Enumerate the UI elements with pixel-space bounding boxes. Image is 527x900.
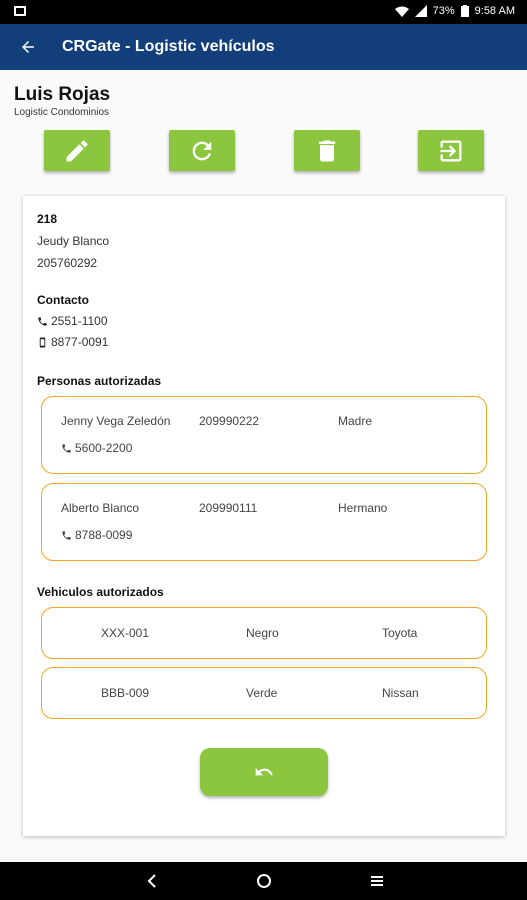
vehicle-plate: BBB-009 <box>101 686 150 700</box>
app-bar: CRGate - Logistic vehículos <box>0 24 527 70</box>
contact-phone-text: 2551-1100 <box>51 314 108 328</box>
contact-phone: 2551-1100 <box>37 314 108 328</box>
person-phone: 8788-0099 <box>61 528 132 542</box>
refresh-button[interactable] <box>169 130 235 171</box>
delete-icon <box>318 140 336 161</box>
battery-icon <box>460 5 469 17</box>
status-bar: 73% 9:58 AM <box>0 0 527 24</box>
signal-icon <box>414 5 427 17</box>
contact-mobile-text: 8877-0091 <box>51 335 109 349</box>
vehicle-brand: Nissan <box>382 686 419 700</box>
vehicles-heading: Vehiculos autorizados <box>37 585 164 599</box>
exit-button[interactable] <box>418 130 484 171</box>
nav-home-icon <box>257 874 271 888</box>
undo-button[interactable] <box>200 748 328 796</box>
person-id: 209990222 <box>199 414 260 428</box>
vehicle-item[interactable]: BBB-009 Verde Nissan <box>41 667 487 719</box>
system-nav-bar <box>0 862 527 900</box>
person-relation: Madre <box>338 414 373 428</box>
mobile-phone-icon <box>39 336 46 348</box>
user-subtitle: Logistic Condominios <box>14 107 110 118</box>
person-item[interactable]: Alberto Blanco 209990111 Hermano 8788-00… <box>41 483 487 561</box>
person-name: Alberto Blanco <box>61 501 140 515</box>
person-phone-text: 8788-0099 <box>75 528 133 542</box>
wifi-icon <box>394 6 409 17</box>
edit-icon <box>66 139 88 161</box>
app-title: CRGate - Logistic vehículos <box>62 38 275 55</box>
person-item[interactable]: Jenny Vega Zeledón 209990222 Madre 5600-… <box>41 396 487 474</box>
battery-percent: 73% <box>432 5 455 17</box>
clock: 9:58 AM <box>474 5 515 17</box>
exit-icon <box>440 140 462 161</box>
phone-icon <box>62 530 71 540</box>
person-name: Jenny Vega Zeledón <box>61 414 171 428</box>
phone-icon <box>38 316 47 326</box>
contact-mobile: 8877-0091 <box>37 335 108 349</box>
delete-button[interactable] <box>294 130 360 171</box>
nav-back-button[interactable] <box>142 871 162 891</box>
unit-number: 218 <box>37 212 58 226</box>
owner-name: Jeudy Blanco <box>37 234 110 248</box>
vehicle-plate: XXX-001 <box>101 626 150 640</box>
person-phone-text: 5600-2200 <box>75 441 133 455</box>
vehicle-brand: Toyota <box>382 626 418 640</box>
refresh-icon <box>192 141 212 160</box>
phone-icon <box>62 443 71 453</box>
vehicle-color: Negro <box>246 626 279 640</box>
owner-id: 205760292 <box>37 256 98 270</box>
edit-button[interactable] <box>44 130 110 171</box>
person-phone: 5600-2200 <box>61 441 132 455</box>
contact-heading: Contacto <box>37 293 89 307</box>
vehicle-color: Verde <box>246 686 278 700</box>
back-arrow-icon <box>22 41 34 53</box>
persons-heading: Personas autorizadas <box>37 374 162 388</box>
user-name: Luis Rojas <box>14 84 111 105</box>
notification-icon <box>14 6 26 16</box>
undo-icon <box>255 767 273 776</box>
nav-menu-button[interactable] <box>367 871 387 891</box>
person-id: 209990111 <box>199 501 258 515</box>
nav-home-button[interactable] <box>254 871 274 891</box>
nav-menu-icon <box>371 876 383 886</box>
vehicle-item[interactable]: XXX-001 Negro Toyota <box>41 607 487 659</box>
person-relation: Hermano <box>338 501 388 515</box>
nav-back-icon <box>147 874 156 888</box>
back-button[interactable] <box>0 24 56 70</box>
